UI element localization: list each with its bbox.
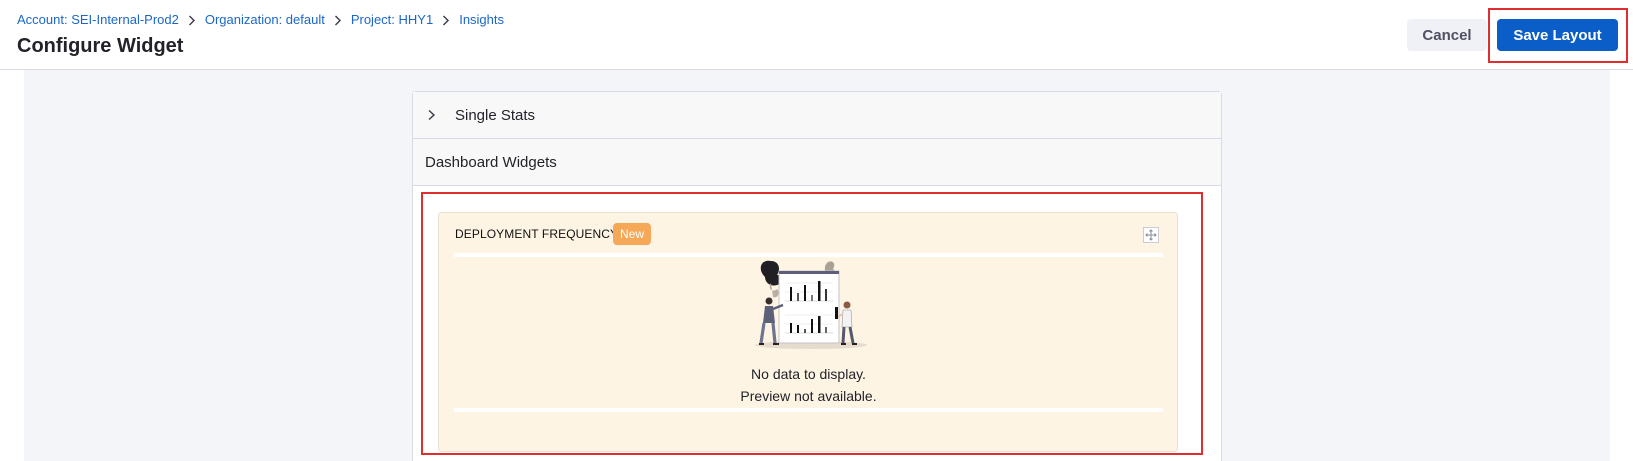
chevron-right-icon bbox=[325, 12, 351, 27]
page-header: Account: SEI-Internal-Prod2 Organization… bbox=[0, 0, 1633, 70]
widget-title: DEPLOYMENT FREQUENCY bbox=[455, 227, 619, 241]
chevron-right-icon bbox=[433, 12, 459, 27]
expand-icon[interactable] bbox=[1143, 227, 1159, 243]
page-title: Configure Widget bbox=[17, 35, 184, 57]
section-single-stats[interactable]: Single Stats bbox=[413, 92, 1221, 139]
breadcrumb-organization[interactable]: Organization: default bbox=[205, 12, 325, 27]
cancel-button[interactable]: Cancel bbox=[1407, 19, 1487, 51]
new-badge: New bbox=[613, 223, 652, 245]
breadcrumb-insights[interactable]: Insights bbox=[459, 12, 504, 27]
widget-plot-area: No data to display. Preview not availabl… bbox=[454, 253, 1163, 412]
empty-message-secondary: Preview not available. bbox=[740, 388, 877, 404]
section-dashboard-widgets-label: Dashboard Widgets bbox=[425, 153, 557, 171]
breadcrumb-account[interactable]: Account: SEI-Internal-Prod2 bbox=[17, 12, 179, 27]
empty-state-illustration bbox=[755, 260, 867, 349]
save-layout-button[interactable]: Save Layout bbox=[1497, 19, 1618, 51]
section-dashboard-widgets: Dashboard Widgets bbox=[413, 139, 1221, 186]
breadcrumb-project[interactable]: Project: HHY1 bbox=[351, 12, 433, 27]
chevron-right-icon bbox=[179, 12, 205, 27]
widget-card[interactable]: DEPLOYMENT FREQUENCY New No data to disp… bbox=[438, 212, 1178, 452]
section-single-stats-label: Single Stats bbox=[455, 106, 536, 124]
empty-message-primary: No data to display. bbox=[751, 366, 866, 382]
breadcrumb: Account: SEI-Internal-Prod2 Organization… bbox=[17, 12, 504, 27]
chevron-right-icon bbox=[427, 109, 441, 121]
